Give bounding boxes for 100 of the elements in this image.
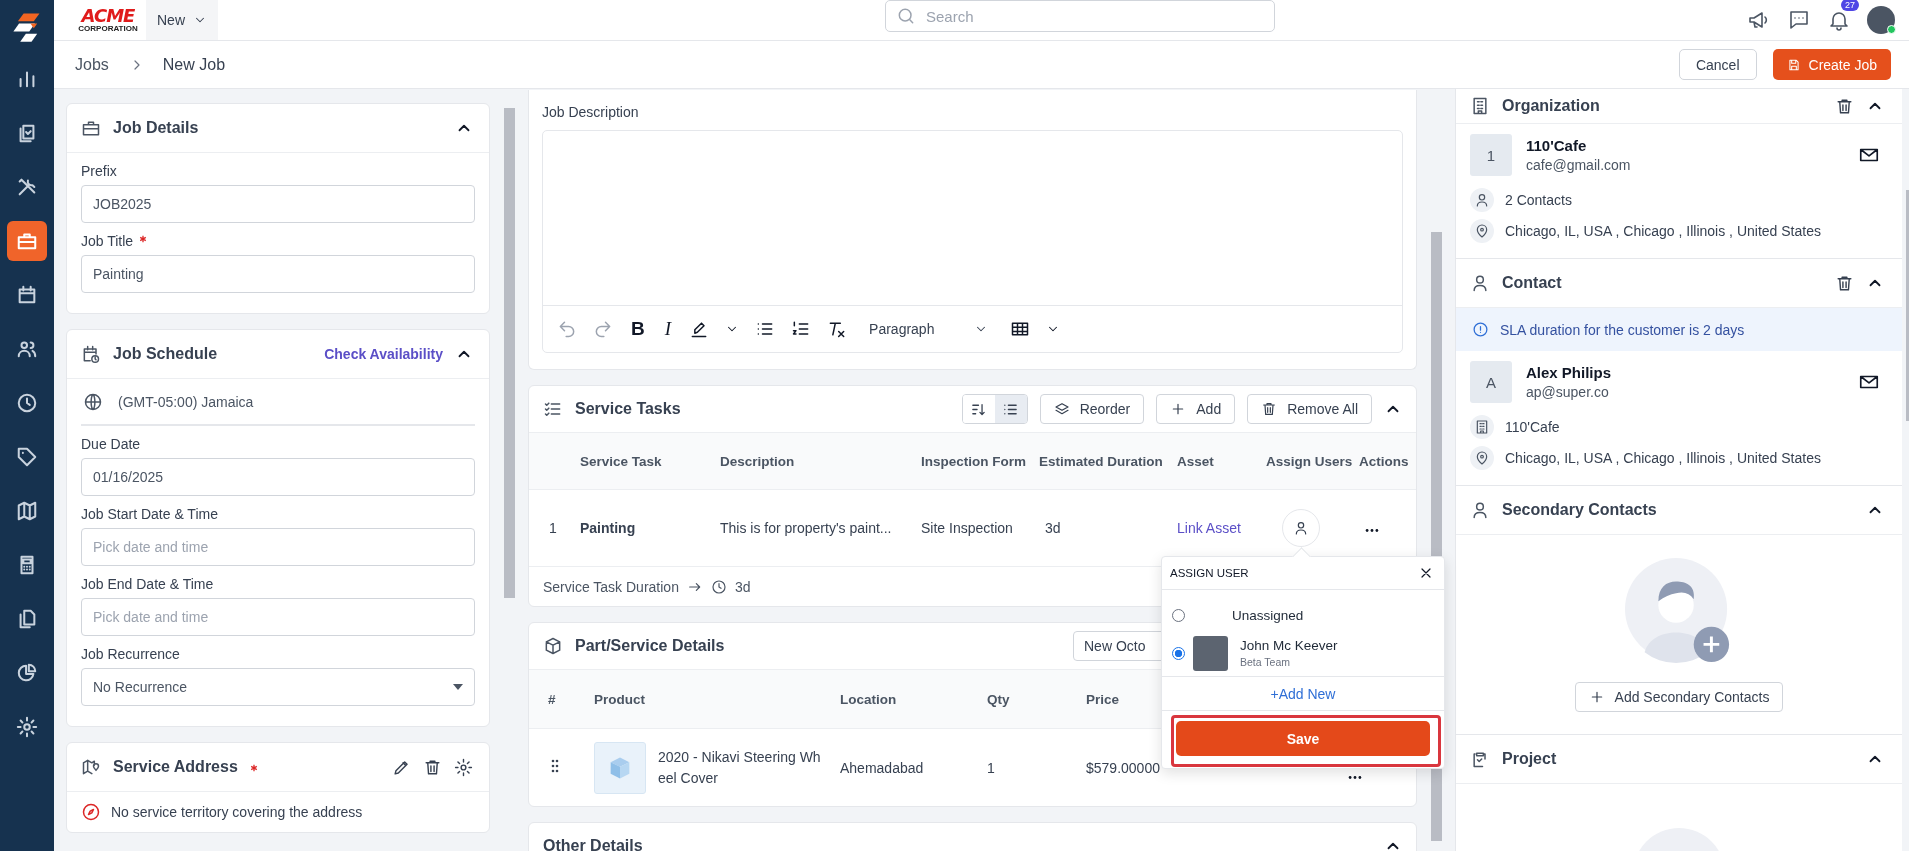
user-avatar[interactable] <box>1867 6 1895 34</box>
delete-icon[interactable] <box>1835 96 1854 116</box>
add-secondary-contacts-button[interactable]: Add Secondary Contacts <box>1574 681 1784 712</box>
date-time-input[interactable]: Pick date and time <box>81 528 475 566</box>
table-cell-text: Site Inspection <box>921 520 1014 536</box>
clock-icon <box>16 392 38 414</box>
row-number: 1 <box>549 520 558 536</box>
more-icon[interactable] <box>1348 775 1362 780</box>
layers-icon <box>1053 401 1070 417</box>
card-title: Project <box>1502 750 1557 768</box>
column-header: Assign Users <box>1266 453 1354 469</box>
toolbar-button[interactable]: Remove All <box>1247 394 1372 424</box>
person-icon <box>1470 500 1490 520</box>
format-button[interactable]: B <box>629 318 647 340</box>
view-toggle[interactable] <box>994 395 1027 423</box>
new-menu-button[interactable]: New <box>146 0 218 40</box>
table-cell-text: 3d <box>1044 520 1062 536</box>
field-label: Prefix <box>81 163 117 179</box>
tag-icon <box>16 446 38 468</box>
email-text: cafe@gmail.com <box>1526 157 1631 173</box>
toolbar-button[interactable]: Add <box>1156 394 1236 424</box>
table-cell-text: 1 <box>987 759 996 776</box>
rich-text-editor[interactable]: B I Paragraph <box>542 130 1403 353</box>
card-title: Job Schedule <box>113 345 218 363</box>
tools-icon <box>16 176 38 198</box>
column-header: Location <box>840 691 898 707</box>
email-text: ap@super.co <box>1526 384 1610 400</box>
column-header: Qty <box>987 691 1011 707</box>
card-title: Secondary Contacts <box>1502 501 1657 519</box>
map-pin-icon <box>81 757 101 777</box>
column-header: Inspection Form <box>921 453 1027 469</box>
compass-icon <box>81 802 101 822</box>
chat-icon[interactable] <box>1787 8 1811 32</box>
settings-icon <box>16 716 38 738</box>
search-input[interactable]: Search <box>924 6 1264 26</box>
person-icon <box>1474 191 1490 208</box>
card-title: Service Tasks <box>575 400 681 418</box>
breadcrumb-link[interactable]: Jobs <box>75 55 109 74</box>
text-input[interactable]: Painting <box>81 255 475 293</box>
column-header: Asset <box>1177 453 1215 469</box>
field-label: Job Description <box>542 104 640 120</box>
clock-icon <box>710 578 727 595</box>
person-icon <box>1470 273 1490 293</box>
assign-user-button[interactable] <box>1282 509 1320 547</box>
recurrence-select[interactable]: No Recurrence <box>81 668 475 706</box>
add-new-link[interactable]: +Add New <box>1270 685 1336 702</box>
delete-icon[interactable] <box>1835 273 1854 293</box>
organization-text: 110'Cafe <box>1505 418 1560 435</box>
nav-item[interactable] <box>7 221 47 261</box>
check-availability-link[interactable]: Check Availability <box>324 346 443 362</box>
location-pin-icon <box>1474 449 1490 466</box>
team-name: Beta Team <box>1240 656 1291 668</box>
link-asset-link[interactable]: Link Asset <box>1177 520 1266 536</box>
field-label: Due Date <box>81 436 141 452</box>
save-button[interactable]: Save <box>1176 721 1430 756</box>
pie-chart-icon <box>16 662 38 684</box>
card-title: Other Details <box>543 837 643 851</box>
toolbar-button[interactable]: Reorder <box>1039 394 1145 424</box>
timezone-text: (GMT-05:00) Jamaica <box>118 393 254 410</box>
column-header: Description <box>720 453 796 469</box>
calendar-clock-icon <box>81 344 101 364</box>
text-input[interactable]: JOB2025 <box>81 185 475 223</box>
more-icon[interactable] <box>1365 528 1379 533</box>
column-header: # <box>548 691 557 707</box>
photo-placeholder <box>1193 635 1228 671</box>
map-icon <box>16 500 38 522</box>
column-header: Price <box>1086 691 1121 707</box>
duration-label: Service Task Duration <box>543 578 679 595</box>
block-style-select[interactable]: Paragraph <box>863 314 995 344</box>
table-cell-text: $579.00000 <box>1086 759 1161 776</box>
contacts-count: 2 Contacts <box>1505 191 1572 208</box>
cancel-button[interactable]: Cancel <box>1678 49 1757 80</box>
field-label: Job Title <box>81 233 134 249</box>
card-title: Contact <box>1502 274 1562 292</box>
field-label: Job Recurrence <box>81 646 180 662</box>
delete-icon[interactable] <box>423 757 442 777</box>
field-label: Job End Date & Time <box>81 576 214 592</box>
card-title: Job Details <box>113 119 199 137</box>
location-pin-icon <box>1474 222 1490 239</box>
card-title: Organization <box>1502 97 1600 115</box>
search-field[interactable]: Search <box>885 0 1275 32</box>
briefcase-icon <box>81 118 101 138</box>
notification-count: 27 <box>1841 0 1859 11</box>
format-button[interactable]: I <box>662 318 674 340</box>
save-icon <box>1786 57 1801 72</box>
field-label: Job Start Date & Time <box>81 506 218 522</box>
column-header: Product <box>594 691 646 707</box>
drag-handle-icon[interactable] <box>551 759 559 773</box>
sla-text: SLA duration for the customer is 2 days <box>1500 321 1745 338</box>
settings-icon[interactable] <box>454 757 473 777</box>
table-icon[interactable] <box>1010 319 1031 339</box>
date-time-input[interactable]: Pick date and time <box>81 598 475 636</box>
territory-notice: No service territory covering the address <box>111 804 363 820</box>
date-input[interactable]: 01/16/2025 <box>81 458 475 496</box>
calendar-icon <box>16 284 38 306</box>
avatar-initial: 1 <box>1470 134 1512 176</box>
create-job-button[interactable]: Create Job <box>1772 49 1891 80</box>
info-icon <box>1472 321 1489 338</box>
column-header: Estimated Duration <box>1039 453 1164 469</box>
radio-button[interactable] <box>1172 646 1185 660</box>
